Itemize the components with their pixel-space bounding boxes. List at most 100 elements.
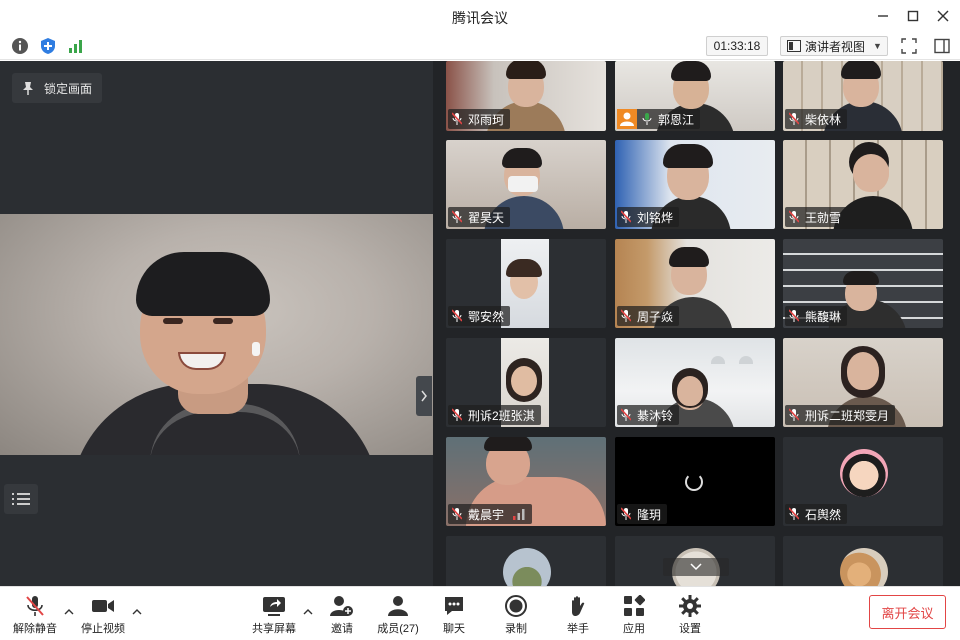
chevron-up-icon bbox=[64, 609, 74, 615]
info-icon[interactable] bbox=[11, 37, 29, 55]
mic-muted-icon bbox=[789, 210, 799, 223]
mic-muted-icon bbox=[452, 309, 462, 322]
participant-tile[interactable] bbox=[446, 536, 606, 586]
members-label: 成员(27) bbox=[377, 623, 419, 635]
collapse-gallery-button[interactable] bbox=[416, 376, 432, 416]
mic-muted-icon bbox=[789, 309, 799, 322]
video-camera-icon bbox=[92, 600, 114, 612]
participant-tile[interactable]: 刑诉2班张淇 bbox=[446, 338, 606, 427]
speaker-layout-icon bbox=[787, 40, 801, 52]
participant-name: 柴依林 bbox=[805, 112, 842, 127]
chevron-right-icon bbox=[421, 390, 427, 402]
close-button[interactable] bbox=[932, 6, 954, 26]
participant-tile[interactable]: 綦沐铃 bbox=[615, 338, 775, 427]
minimize-button[interactable] bbox=[872, 6, 894, 26]
mic-active-icon bbox=[642, 113, 652, 125]
participant-tile[interactable] bbox=[615, 536, 775, 586]
window-title: 腾讯会议 bbox=[452, 10, 508, 26]
participant-name-tag: 鄂安然 bbox=[448, 306, 511, 326]
signal-strength-icon[interactable] bbox=[67, 37, 85, 55]
participant-tile[interactable] bbox=[783, 536, 943, 586]
participant-tile-active-speaker[interactable]: 郭恩江 bbox=[615, 61, 775, 131]
sidebar-toggle-icon[interactable] bbox=[933, 37, 951, 55]
participant-tile[interactable]: 翟昊天 bbox=[446, 140, 606, 229]
participant-name: 石舆然 bbox=[805, 507, 842, 522]
participant-tile[interactable]: 周子焱 bbox=[615, 239, 775, 328]
participant-tile[interactable]: 熊馥琳 bbox=[783, 239, 943, 328]
unmute-label: 解除静音 bbox=[13, 623, 57, 635]
participant-name: 翟昊天 bbox=[468, 210, 505, 225]
share-options-caret[interactable] bbox=[302, 607, 314, 617]
mic-muted-icon bbox=[452, 112, 462, 125]
video-options-caret[interactable] bbox=[131, 607, 143, 617]
participant-tile[interactable]: 刘铭烨 bbox=[615, 140, 775, 229]
unmute-button[interactable]: 解除静音 bbox=[7, 595, 63, 639]
view-mode-label: 演讲者视图 bbox=[805, 39, 866, 54]
participant-tile[interactable]: 刑诉二班郑雯月 bbox=[783, 338, 943, 427]
participant-name-tag: 戴晨宇 bbox=[448, 504, 533, 524]
leave-meeting-button[interactable]: 离开会议 bbox=[869, 595, 946, 629]
apps-grid-icon bbox=[624, 595, 645, 616]
invite-button[interactable]: 邀请 bbox=[314, 595, 370, 639]
main-speaker-video bbox=[0, 214, 433, 455]
participant-tile[interactable]: 隆玥 bbox=[615, 437, 775, 526]
chat-icon bbox=[445, 597, 463, 615]
apps-button[interactable]: 应用 bbox=[606, 595, 662, 639]
settings-button[interactable]: 设置 bbox=[662, 595, 718, 639]
participant-name-tag: 石舆然 bbox=[785, 504, 848, 524]
participant-tile[interactable]: 王勍雪 bbox=[783, 140, 943, 229]
record-button[interactable]: 录制 bbox=[488, 595, 544, 639]
participant-tile[interactable]: 邓雨珂 bbox=[446, 61, 606, 131]
lock-view-button[interactable]: 锁定画面 bbox=[12, 73, 103, 103]
scroll-down-button[interactable] bbox=[663, 558, 729, 576]
main-stage: 锁定画面 bbox=[0, 61, 433, 586]
participant-gallery: 邓雨珂 郭恩江 柴依林 翟昊天 刘铭烨 王勍雪 鄂安然 周子焱 熊馥琳 刑诉2班… bbox=[433, 61, 960, 586]
record-icon bbox=[505, 595, 527, 617]
participant-name-tag: 邓雨珂 bbox=[448, 109, 511, 129]
participant-name-tag: 熊馥琳 bbox=[785, 306, 848, 326]
list-menu-button[interactable] bbox=[4, 484, 38, 514]
participant-tile[interactable]: 柴依林 bbox=[783, 61, 943, 131]
fullscreen-icon[interactable] bbox=[900, 37, 918, 55]
view-mode-dropdown[interactable]: 演讲者视图 ▼ bbox=[780, 36, 888, 56]
stop-video-button[interactable]: 停止视频 bbox=[75, 595, 131, 639]
lock-view-label: 锁定画面 bbox=[44, 81, 93, 96]
participant-name-tag: 王勍雪 bbox=[785, 207, 848, 227]
weak-signal-icon bbox=[513, 509, 525, 520]
apps-label: 应用 bbox=[623, 623, 645, 635]
participant-name: 隆玥 bbox=[637, 507, 662, 522]
share-screen-button[interactable]: 共享屏幕 bbox=[246, 595, 302, 639]
chat-button[interactable]: 聊天 bbox=[426, 595, 482, 639]
mic-muted-icon bbox=[452, 210, 462, 223]
members-icon bbox=[388, 596, 408, 616]
security-shield-icon[interactable] bbox=[39, 37, 57, 55]
settings-label: 设置 bbox=[679, 623, 701, 635]
raise-hand-button[interactable]: 举手 bbox=[550, 595, 606, 639]
participant-name: 刑诉二班郑雯月 bbox=[805, 408, 890, 423]
participant-name: 鄂安然 bbox=[468, 309, 505, 324]
members-button[interactable]: 成员(27) bbox=[370, 595, 426, 639]
participant-tile[interactable]: 石舆然 bbox=[783, 437, 943, 526]
stop-video-label: 停止视频 bbox=[81, 623, 125, 635]
participant-tile[interactable]: 戴晨宇 bbox=[446, 437, 606, 526]
meeting-toolbar: 解除静音 停止视频 共享屏幕 邀请 成员(27) 聊天 录制 举手 应用 设置 … bbox=[0, 586, 960, 640]
host-badge-icon bbox=[617, 109, 637, 129]
participant-name-tag: 柴依林 bbox=[785, 109, 848, 129]
participant-name: 刑诉2班张淇 bbox=[468, 408, 535, 423]
maximize-button[interactable] bbox=[902, 6, 924, 26]
participant-name: 邓雨珂 bbox=[468, 112, 505, 127]
participant-name: 戴晨宇 bbox=[468, 507, 505, 522]
participant-name-tag: 綦沐铃 bbox=[617, 405, 680, 425]
audio-options-caret[interactable] bbox=[63, 607, 75, 617]
participant-tile[interactable]: 鄂安然 bbox=[446, 239, 606, 328]
mic-muted-icon bbox=[789, 408, 799, 421]
chat-label: 聊天 bbox=[443, 623, 465, 635]
participant-name: 郭恩江 bbox=[658, 112, 695, 127]
chevron-down-icon: ▼ bbox=[873, 41, 882, 51]
invite-label: 邀请 bbox=[331, 623, 353, 635]
participant-name: 王勍雪 bbox=[805, 210, 842, 225]
participant-name-tag: 翟昊天 bbox=[448, 207, 511, 227]
participant-name-tag: 刘铭烨 bbox=[617, 207, 680, 227]
participant-name: 刘铭烨 bbox=[637, 210, 674, 225]
minimize-icon bbox=[878, 15, 888, 17]
